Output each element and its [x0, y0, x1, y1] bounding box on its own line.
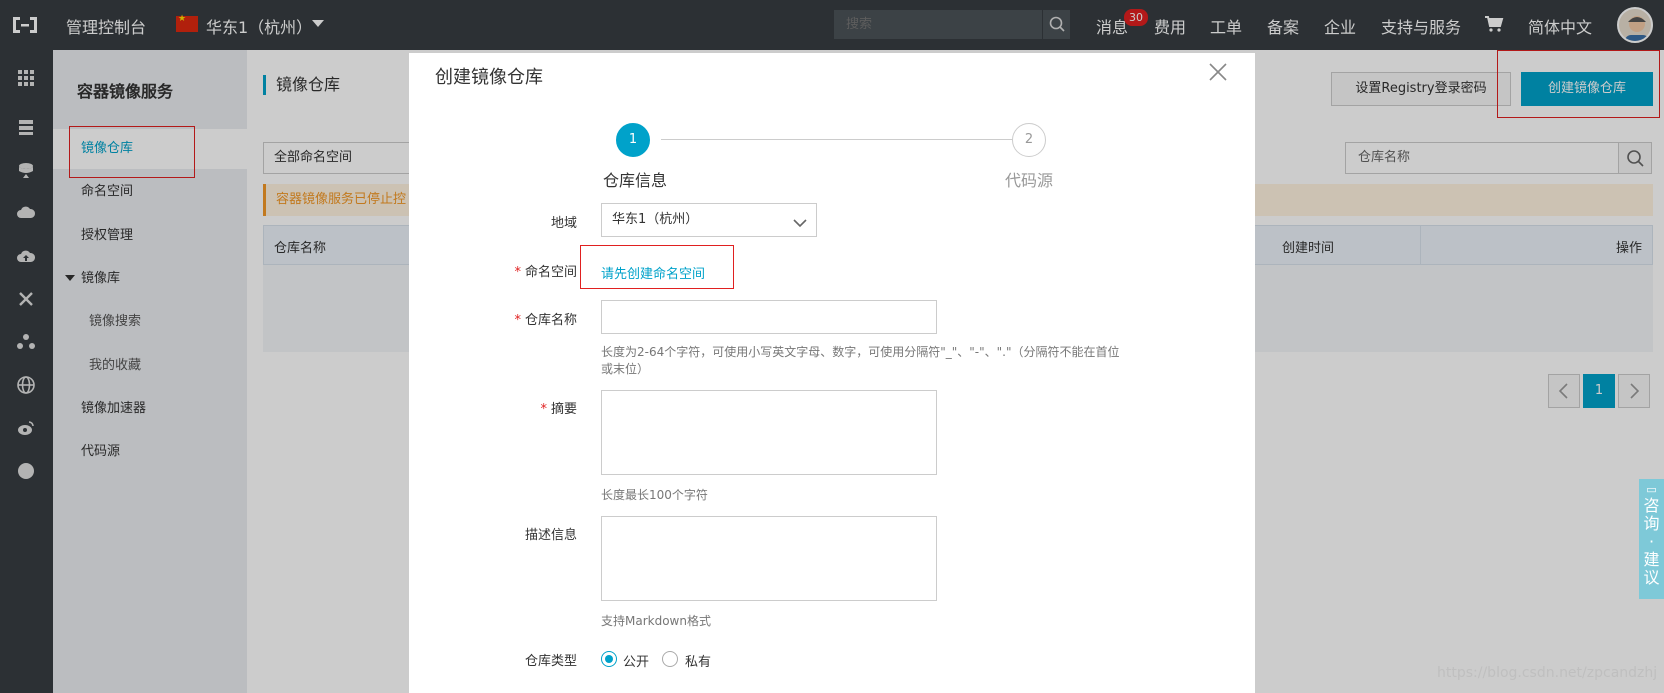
summary-label: * 摘要: [540, 402, 577, 417]
step-connector: [661, 139, 1014, 140]
repo-type-public-label[interactable]: 公开: [623, 651, 649, 670]
repo-name-label: * 仓库名称: [514, 313, 577, 328]
chat-icon: ▭: [1646, 483, 1657, 496]
repo-name-hint: 长度为2-64个字符，可使用小写英文字母、数字，可使用分隔符"_"、"-"、".…: [601, 345, 1120, 376]
description-hint: 支持Markdown格式: [601, 614, 711, 628]
repo-type-label: 仓库类型: [524, 654, 577, 669]
highlight-box-namespace-link: [580, 245, 734, 289]
namespace-label: * 命名空间: [514, 265, 577, 280]
required-mark: *: [514, 265, 521, 280]
chevron-down-icon: [792, 212, 808, 228]
region-select[interactable]: 华东1（杭州）: [601, 203, 817, 237]
create-repository-dialog: 创建镜像仓库 1 2 仓库信息 代码源 地域 华东1（杭州） * 命名空间 请先创…: [409, 53, 1255, 693]
required-mark: *: [540, 402, 547, 417]
region-label: 地域: [550, 216, 577, 231]
step-1-indicator: 1: [616, 123, 650, 157]
repo-name-input[interactable]: [601, 300, 937, 334]
repo-type-public-radio[interactable]: [601, 651, 617, 667]
description-textarea[interactable]: [601, 516, 937, 601]
watermark-text: https://blog.csdn.net/zpcandzhj: [1437, 665, 1658, 681]
summary-textarea[interactable]: [601, 390, 937, 475]
repo-type-private-label[interactable]: 私有: [685, 651, 711, 670]
region-select-value: 华东1（杭州）: [612, 212, 699, 227]
step-2-indicator: 2: [1012, 123, 1046, 157]
repo-type-private-radio[interactable]: [662, 651, 678, 667]
required-mark: *: [514, 313, 521, 328]
consult-feedback-widget[interactable]: ▭ 咨 询 · 建 议: [1639, 479, 1664, 599]
description-label: 描述信息: [524, 528, 577, 543]
close-icon[interactable]: [1207, 61, 1229, 83]
step-2-label: 代码源: [1005, 171, 1054, 190]
step-1-label: 仓库信息: [603, 171, 668, 190]
dialog-title: 创建镜像仓库: [435, 67, 543, 88]
summary-hint: 长度最长100个字符: [601, 488, 708, 502]
